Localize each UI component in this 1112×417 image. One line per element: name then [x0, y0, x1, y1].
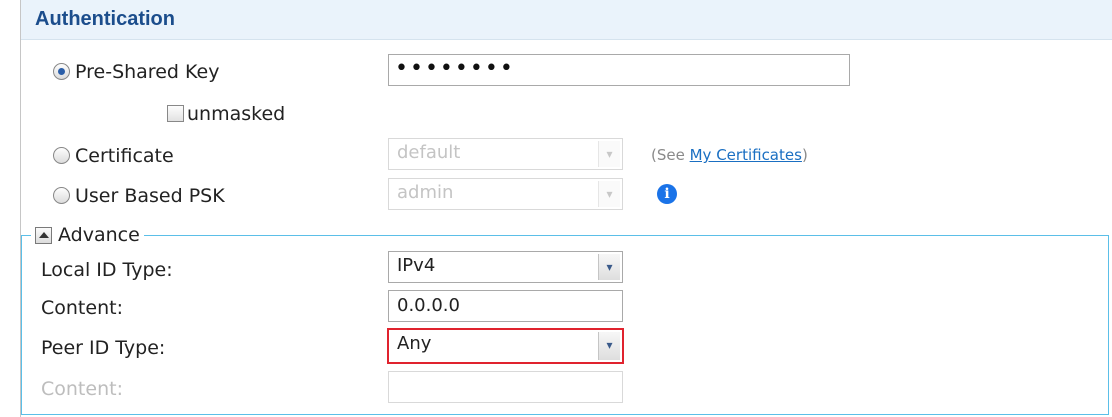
my-certificates-link[interactable]: My Certificates: [690, 146, 802, 164]
certificate-label: Certificate: [75, 145, 174, 167]
local-content-label: Content:: [41, 297, 123, 319]
user-psk-select-value: admin: [397, 182, 454, 203]
advance-legend: Advance: [31, 222, 144, 248]
chevron-down-icon: ▾: [598, 254, 620, 280]
advance-label: Advance: [58, 224, 140, 246]
user-psk-radio[interactable]: [53, 187, 70, 204]
section-header: Authentication: [21, 0, 1112, 40]
peer-content-input[interactable]: [388, 371, 623, 403]
section-title: Authentication: [35, 8, 175, 30]
authentication-panel: Authentication Pre-Shared Key •••••••• u…: [20, 0, 1112, 417]
peer-id-type-label: Peer ID Type:: [41, 337, 166, 359]
unmasked-label: unmasked: [187, 103, 286, 125]
psk-radio[interactable]: [53, 63, 70, 80]
certificate-select-value: default: [397, 142, 461, 163]
local-id-type-value: IPv4: [397, 255, 436, 276]
hint-prefix: (See: [651, 146, 690, 164]
user-psk-label: User Based PSK: [75, 185, 225, 207]
peer-id-type-select[interactable]: Any ▾: [387, 328, 624, 364]
local-content-input[interactable]: 0.0.0.0: [388, 290, 623, 322]
peer-content-label: Content:: [41, 378, 123, 400]
local-id-type-select[interactable]: IPv4 ▾: [388, 251, 623, 283]
chevron-down-icon: ▾: [598, 181, 620, 207]
collapse-up-icon[interactable]: [35, 226, 52, 244]
unmasked-checkbox[interactable]: [167, 105, 184, 122]
local-id-type-label: Local ID Type:: [41, 259, 173, 281]
hint-suffix: ): [801, 146, 808, 164]
certificate-select[interactable]: default ▾: [388, 138, 623, 170]
user-psk-select[interactable]: admin ▾: [388, 178, 623, 210]
certificate-radio[interactable]: [53, 147, 70, 164]
psk-input[interactable]: ••••••••: [388, 54, 850, 86]
certificate-hint: (See My Certificates): [651, 145, 808, 165]
chevron-down-icon: ▾: [598, 141, 620, 167]
chevron-down-icon: ▾: [598, 332, 620, 360]
info-icon[interactable]: i: [657, 184, 677, 204]
peer-id-type-value: Any: [397, 333, 432, 354]
psk-label: Pre-Shared Key: [75, 61, 220, 83]
